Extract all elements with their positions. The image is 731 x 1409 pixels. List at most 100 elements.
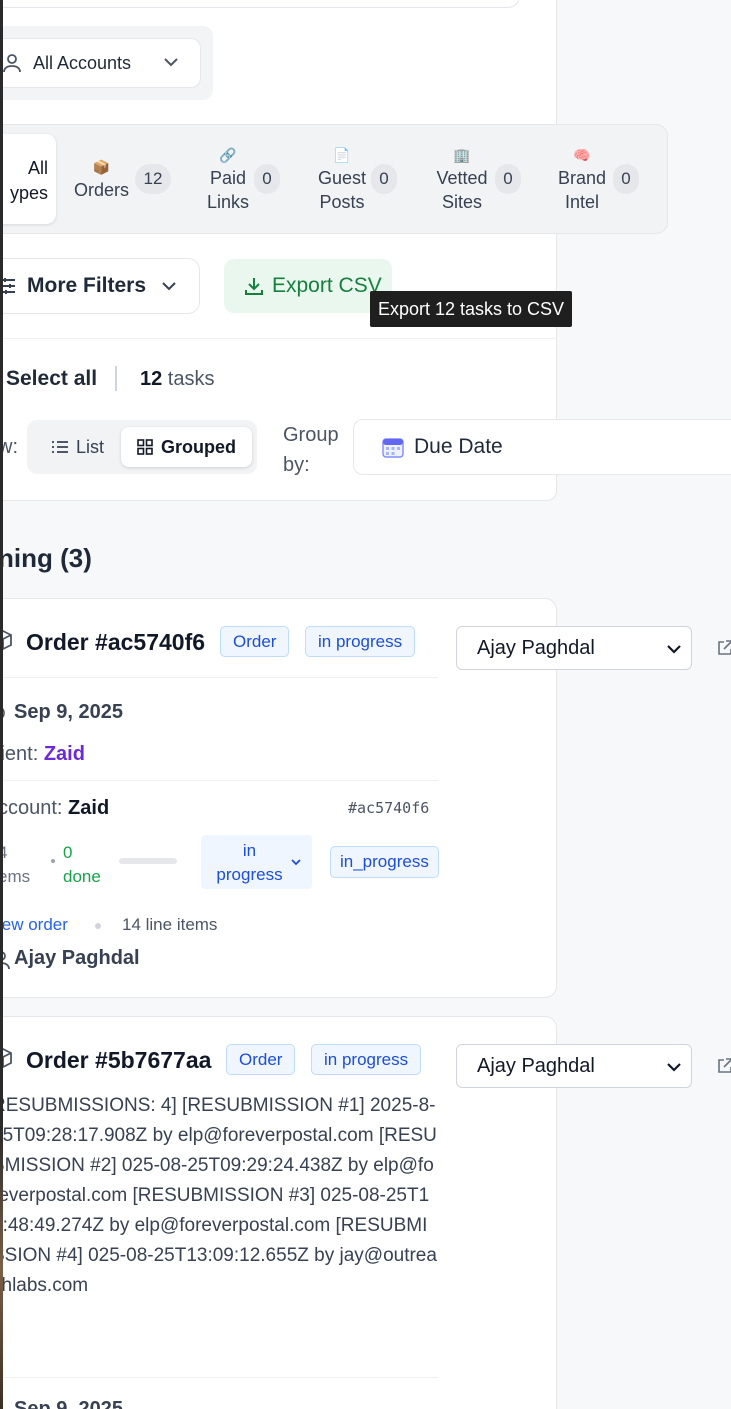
account-info: ccount: Zaid: [0, 797, 109, 820]
tab-guest-posts-label-1: Guest: [317, 168, 367, 188]
separator-dot: [95, 923, 101, 929]
group-by-label-1: Group: [283, 424, 339, 446]
calendar-icon: [382, 438, 404, 458]
download-icon: [245, 278, 263, 295]
account-name: Zaid: [68, 797, 110, 819]
group-by-label: Group by:: [283, 420, 339, 480]
assignee-select-value: Ajay Paghdal: [477, 636, 595, 659]
chevron-down-icon: [162, 282, 176, 291]
view-list-button[interactable]: List: [40, 427, 116, 467]
status-select-1: in: [242, 841, 257, 860]
tasks-count-word: tasks: [162, 368, 215, 390]
group-by-label-2: by:: [283, 454, 310, 476]
status-badge: in progress: [305, 626, 416, 657]
export-tooltip: Export 12 tasks to CSV: [370, 291, 572, 327]
external-link-icon[interactable]: [716, 1057, 731, 1075]
divider: [115, 366, 117, 391]
chevron-down-icon: [164, 58, 178, 67]
chevron-down-icon: [291, 859, 301, 866]
divider: [0, 677, 438, 678]
assignee-name: Ajay Paghdal: [14, 947, 140, 969]
tab-brand-intel-label-1: Brand: [557, 168, 607, 188]
client-name[interactable]: Zaid: [44, 743, 85, 765]
account-label: ccount:: [0, 797, 69, 819]
status-badge: in progress: [311, 1044, 422, 1075]
brain-icon: 🧠: [573, 147, 591, 163]
tab-paid-links-label-2: Links: [206, 192, 250, 212]
type-badge: Order: [220, 626, 290, 657]
paid-links-count-badge: 0: [254, 164, 280, 194]
tasks-count-number: 12: [140, 368, 163, 390]
export-csv-label: Export CSV: [272, 274, 382, 297]
package-icon: 📦: [92, 159, 111, 175]
tasks-count: 12 tasks: [140, 368, 215, 391]
tab-brand-intel[interactable]: 🧠 Brand Intel: [556, 146, 608, 214]
status-code-badge: in_progress: [330, 846, 439, 878]
assignee-select[interactable]: Ajay Paghdal: [456, 626, 692, 670]
group-by-select[interactable]: Due Date: [353, 419, 731, 475]
task-notes: RESUBMISSIONS: 4] [RESUBMISSION #1] 2025…: [0, 1095, 437, 1296]
group-by-value: Due Date: [414, 435, 503, 458]
tab-all-types[interactable]: All ypes: [0, 134, 56, 224]
progress-bar: [119, 858, 177, 864]
section-title: ning (3): [0, 543, 92, 573]
account-select-value: All Accounts: [33, 52, 132, 73]
tab-orders-label: Orders: [74, 180, 130, 200]
divider: [0, 1377, 438, 1378]
external-link-icon[interactable]: [716, 639, 731, 657]
view-grouped-button[interactable]: Grouped: [121, 427, 252, 467]
line-items-count: 14 line items: [122, 915, 218, 934]
tab-all-label-1: All: [27, 158, 48, 178]
guest-posts-count-badge: 0: [371, 164, 397, 194]
orders-count-badge: 12: [135, 164, 171, 194]
status-select-2: progress: [216, 865, 283, 884]
order-hash: #ac5740f6: [348, 799, 430, 817]
search-input[interactable]: [0, 0, 520, 8]
items-count: 4 ems: [0, 841, 30, 889]
view-order-link[interactable]: iew order: [0, 915, 68, 935]
assignee-select[interactable]: Ajay Paghdal: [456, 1044, 692, 1088]
more-filters-label: More Filters: [27, 274, 147, 297]
more-filters-button[interactable]: More Filters: [0, 258, 200, 314]
link-icon: 🔗: [219, 147, 237, 163]
building-icon: 🏢: [453, 147, 471, 163]
task-title[interactable]: Order #5b7677aa: [26, 1047, 211, 1074]
tab-vetted-sites-label-2: Sites: [441, 192, 483, 212]
due-date: Sep 9, 2025: [14, 1398, 123, 1409]
tab-paid-links[interactable]: 🔗 Paid Links: [206, 146, 250, 214]
tab-paid-links-label-1: Paid: [209, 168, 247, 188]
items-count-2: ems: [0, 867, 31, 886]
client-info: lient: Zaid: [0, 743, 85, 766]
tab-vetted-sites-label-1: Vetted: [436, 168, 488, 188]
done-count-1: 0: [63, 843, 73, 862]
view-grouped-label: Grouped: [161, 436, 236, 457]
tab-guest-posts[interactable]: 📄 Guest Posts: [316, 146, 368, 214]
account-select[interactable]: All Accounts: [0, 38, 201, 88]
divider: [0, 338, 557, 339]
tab-brand-intel-label-2: Intel: [564, 192, 600, 212]
tab-vetted-sites[interactable]: 🏢 Vetted Sites: [432, 146, 492, 214]
select-all-checkbox[interactable]: Select all: [6, 367, 97, 391]
list-icon: [51, 441, 68, 453]
assignee-select-value: Ajay Paghdal: [477, 1054, 595, 1077]
done-count: 0 done: [63, 841, 101, 889]
sliders-icon: [1, 278, 15, 294]
tab-guest-posts-label-2: Posts: [319, 192, 365, 212]
tab-orders[interactable]: 📦 Orders: [74, 158, 129, 202]
document-icon: 📄: [333, 147, 351, 163]
export-csv-button[interactable]: Export CSV: [224, 259, 392, 313]
due-date: Sep 9, 2025: [14, 701, 123, 723]
status-select[interactable]: in progress: [201, 835, 312, 889]
client-label: lient:: [0, 743, 44, 765]
tab-all-label-2: ypes: [9, 183, 48, 203]
view-list-label: List: [75, 436, 104, 457]
window-edge: [0, 0, 3, 1409]
task-title[interactable]: Order #ac5740f6: [26, 629, 205, 656]
done-count-2: done: [63, 867, 101, 886]
chevron-down-icon: [667, 1063, 681, 1072]
user-icon: [3, 54, 21, 73]
divider: [0, 780, 438, 781]
brand-intel-count-badge: 0: [613, 164, 639, 194]
type-badge: Order: [226, 1044, 296, 1075]
vetted-sites-count-badge: 0: [495, 164, 521, 194]
